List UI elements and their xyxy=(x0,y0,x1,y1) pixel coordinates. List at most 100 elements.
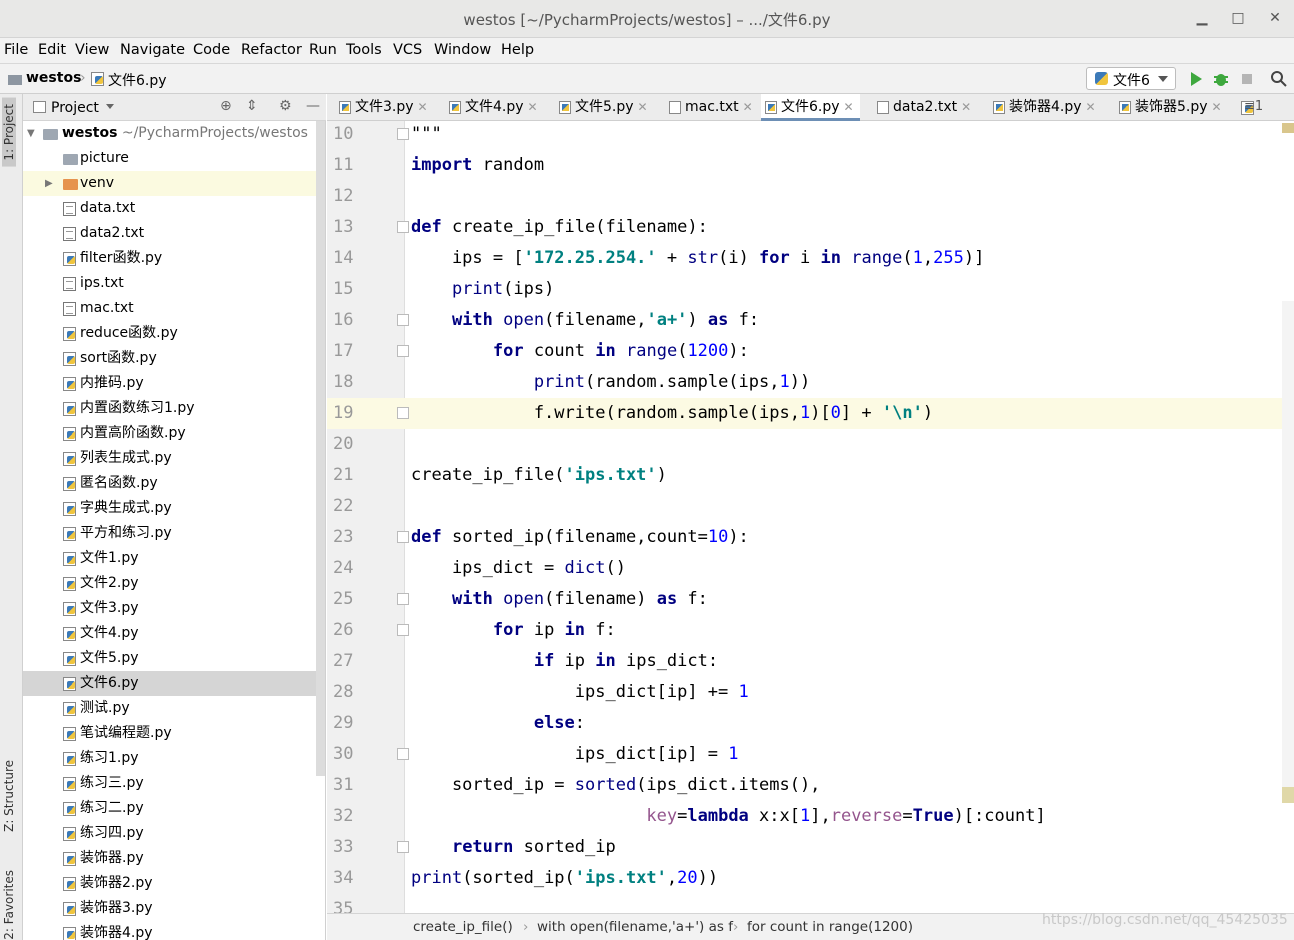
tree-item[interactable]: 匿名函数.py xyxy=(23,471,319,496)
tree-item[interactable]: ips.txt xyxy=(23,271,319,296)
code-line[interactable]: 20 xyxy=(327,429,1282,460)
code-line[interactable]: 18 print(random.sample(ips,1)) xyxy=(327,367,1282,398)
breadcrumb-file[interactable]: 文件6.py xyxy=(108,70,167,90)
tree-item[interactable]: 内置高阶函数.py xyxy=(23,421,319,446)
menu-navigate[interactable]: Navigate xyxy=(120,42,185,58)
menu-file[interactable]: File xyxy=(4,42,28,58)
code-line[interactable]: 32 key=lambda x:x[1],reverse=True)[:coun… xyxy=(327,801,1282,832)
code-line[interactable]: 24 ips_dict = dict() xyxy=(327,553,1282,584)
tree-item[interactable]: 装饰器4.py xyxy=(23,921,319,940)
tree-item[interactable]: 练习四.py xyxy=(23,821,319,846)
project-panel-title[interactable]: Project xyxy=(51,100,99,116)
tab-file[interactable]: data2.txt ✕ xyxy=(873,94,977,121)
code-line[interactable]: 15 print(ips) xyxy=(327,274,1282,305)
tab-project-tool[interactable]: 1: Project xyxy=(2,98,16,167)
code-line[interactable]: 12 xyxy=(327,181,1282,212)
fold-icon[interactable] xyxy=(397,593,409,605)
code-line[interactable]: 11 import random xyxy=(327,150,1282,181)
tree-item[interactable]: mac.txt xyxy=(23,296,319,321)
tab-favorites-tool[interactable]: 2: Favorites xyxy=(2,870,16,940)
tree-item[interactable]: 装饰器3.py xyxy=(23,896,319,921)
fold-icon[interactable] xyxy=(397,624,409,636)
tree-item[interactable]: 装饰器.py xyxy=(23,846,319,871)
hide-panel-icon[interactable]: — xyxy=(306,98,320,114)
tree-item[interactable]: 装饰器2.py xyxy=(23,871,319,896)
menu-help[interactable]: Help xyxy=(501,42,534,58)
menu-view[interactable]: View xyxy=(75,42,109,58)
maximize-icon[interactable]: □ xyxy=(1228,8,1248,28)
close-icon[interactable]: ✕ xyxy=(638,100,648,114)
tab-file[interactable]: mac.txt ✕ xyxy=(665,94,759,121)
tree-item[interactable]: data.txt xyxy=(23,196,319,221)
close-icon[interactable]: ✕ xyxy=(1212,100,1222,114)
fold-icon[interactable] xyxy=(397,314,409,326)
tab-structure-tool[interactable]: Z: Structure xyxy=(2,760,16,832)
close-icon[interactable]: ✕ xyxy=(418,100,428,114)
editor-scrollbar[interactable] xyxy=(1282,121,1294,913)
tree-item[interactable]: sort函数.py xyxy=(23,346,319,371)
scroll-thumb[interactable] xyxy=(1282,301,1294,801)
tree-item[interactable]: 列表生成式.py xyxy=(23,446,319,471)
fold-icon[interactable] xyxy=(397,841,409,853)
tree-item[interactable]: 练习二.py xyxy=(23,796,319,821)
close-icon[interactable]: ✕ xyxy=(743,100,753,114)
menu-window[interactable]: Window xyxy=(434,42,491,58)
tab-overflow-menu[interactable]: ≡1 xyxy=(1244,99,1263,114)
tree-scrollbar[interactable] xyxy=(316,121,325,776)
tree-item[interactable]: 文件2.py xyxy=(23,571,319,596)
tree-item[interactable]: 测试.py xyxy=(23,696,319,721)
breadcrumb-for[interactable]: for count in range(1200) xyxy=(747,919,913,935)
code-line[interactable]: 16 with open(filename,'a+') as f: xyxy=(327,305,1282,336)
close-icon[interactable]: ✕ xyxy=(844,100,854,114)
code-line[interactable]: 30 ips_dict[ip] = 1 xyxy=(327,739,1282,770)
debug-icon[interactable] xyxy=(1211,69,1231,89)
fold-icon[interactable] xyxy=(397,128,409,140)
code-line[interactable]: 19 f.write(random.sample(ips,1)[0] + '\n… xyxy=(327,398,1282,429)
code-line[interactable]: 10 """ xyxy=(327,121,1282,150)
fold-icon[interactable] xyxy=(397,531,409,543)
tree-item[interactable]: 文件4.py xyxy=(23,621,319,646)
tree-item[interactable]: 文件3.py xyxy=(23,596,319,621)
code-line[interactable]: 23 def sorted_ip(filename,count=10): xyxy=(327,522,1282,553)
fold-icon[interactable] xyxy=(397,221,409,233)
tab-file[interactable]: 文件5.py ✕ xyxy=(555,94,654,121)
gear-icon[interactable]: ⚙ xyxy=(279,98,292,114)
inspection-marker[interactable] xyxy=(1282,123,1294,133)
collapse-all-icon[interactable]: ⇕ xyxy=(246,98,258,114)
tree-item[interactable]: 字典生成式.py xyxy=(23,496,319,521)
stop-icon[interactable] xyxy=(1237,69,1257,89)
minimize-icon[interactable]: ▁ xyxy=(1192,8,1212,28)
tree-item[interactable]: reduce函数.py xyxy=(23,321,319,346)
menu-tools[interactable]: Tools xyxy=(346,42,382,58)
code-line[interactable]: 21 create_ip_file('ips.txt') xyxy=(327,460,1282,491)
fold-icon[interactable] xyxy=(397,748,409,760)
menu-code[interactable]: Code xyxy=(193,42,230,58)
tree-item[interactable]: 内推码.py xyxy=(23,371,319,396)
close-icon[interactable]: ✕ xyxy=(1086,100,1096,114)
breadcrumb-function[interactable]: create_ip_file() xyxy=(413,919,513,935)
tab-file[interactable]: 文件3.py ✕ xyxy=(335,94,434,121)
tree-item[interactable]: 练习1.py xyxy=(23,746,319,771)
code-line[interactable]: 33 return sorted_ip xyxy=(327,832,1282,863)
search-icon[interactable] xyxy=(1269,69,1289,89)
code-line[interactable]: 27 if ip in ips_dict: xyxy=(327,646,1282,677)
menu-vcs[interactable]: VCS xyxy=(393,42,422,58)
tab-file[interactable]: 文件4.py ✕ xyxy=(445,94,544,121)
menu-refactor[interactable]: Refactor xyxy=(241,42,302,58)
fold-icon[interactable] xyxy=(397,407,409,419)
code-line[interactable]: 28 ips_dict[ip] += 1 xyxy=(327,677,1282,708)
tree-item[interactable]: 笔试编程题.py xyxy=(23,721,319,746)
close-icon[interactable]: ✕ xyxy=(961,100,971,114)
close-icon[interactable]: ✕ xyxy=(1265,8,1285,28)
tree-item[interactable]: 文件5.py xyxy=(23,646,319,671)
tree-item[interactable]: 练习三.py xyxy=(23,771,319,796)
chevron-down-icon[interactable]: ▼ xyxy=(27,121,35,146)
tab-file[interactable]: 装饰器4.py ✕ xyxy=(989,94,1102,121)
tree-item[interactable]: 平方和练习.py xyxy=(23,521,319,546)
breadcrumb-with[interactable]: with open(filename,'a+') as f xyxy=(537,919,733,935)
tree-root[interactable]: ▼ westos ~/PycharmProjects/westos xyxy=(23,121,319,146)
tree-item[interactable]: filter函数.py xyxy=(23,246,319,271)
tree-item[interactable]: ▶ venv xyxy=(23,171,319,196)
run-icon[interactable] xyxy=(1186,69,1206,89)
tree-item[interactable]: 文件1.py xyxy=(23,546,319,571)
